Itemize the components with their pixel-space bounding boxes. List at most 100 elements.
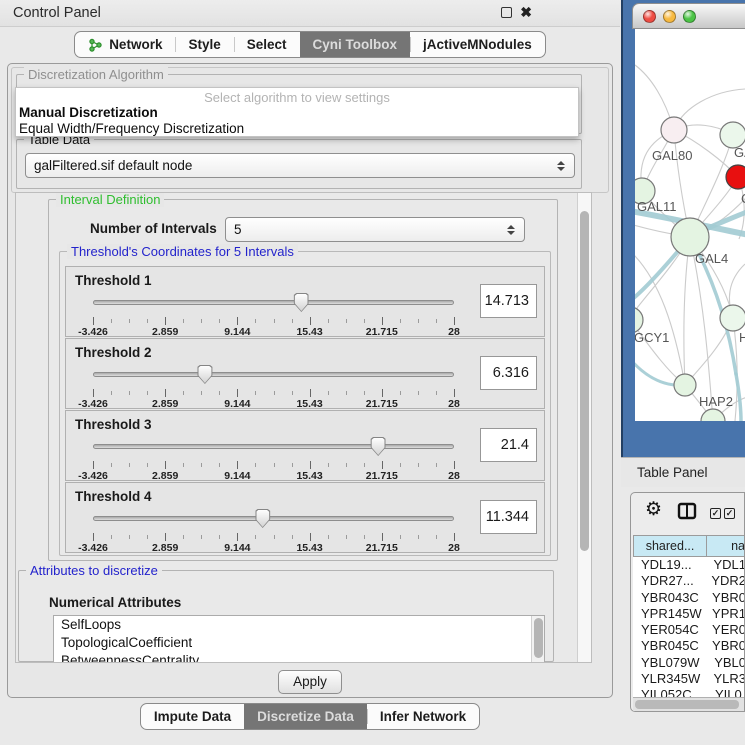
table-row[interactable]: YPR145WYPR1 (633, 606, 745, 622)
tick-label: 15.43 (296, 398, 322, 410)
network-node[interactable] (661, 117, 687, 143)
tab-label: Network (109, 37, 162, 52)
minimize-button[interactable] (663, 10, 676, 23)
tick-label: 2.859 (152, 326, 178, 338)
scrollbar-thumb[interactable] (580, 211, 589, 551)
threshold-slider[interactable]: -3.4262.8599.14415.4321.71528 (93, 509, 454, 553)
network-view-window[interactable]: GAL80GACGAL11GAL4GCY1HHAP2 (621, 0, 745, 457)
horizontal-scrollbar[interactable] (633, 697, 745, 711)
float-window-icon[interactable] (501, 7, 512, 18)
slider-ticks (93, 389, 454, 398)
tab-cyni-toolbox[interactable]: Cyni Toolbox (300, 32, 411, 57)
tab-discretize-data[interactable]: Discretize Data (244, 704, 367, 729)
tick-label: 28 (448, 470, 460, 482)
table-data-combobox[interactable]: galFiltered.sif default node (25, 153, 575, 178)
threshold-slider[interactable]: -3.4262.8599.14415.4321.71528 (93, 365, 454, 409)
node-label: GAL11 (637, 199, 677, 214)
group-title: Threshold's Coordinates for 5 Intervals (67, 244, 298, 259)
slider-handle[interactable] (255, 509, 270, 528)
attribute-item-topologicalcoefficient[interactable]: TopologicalCoefficient (54, 634, 544, 652)
tick-mark (328, 319, 329, 323)
tick-mark (111, 391, 112, 395)
table-row[interactable]: YBR045CYBR0 (633, 638, 745, 654)
checkbox-icon[interactable]: ✓ (710, 508, 721, 519)
slider-handle[interactable] (294, 293, 309, 312)
tab-jactivemnodules[interactable]: jActiveMNodules (410, 32, 545, 57)
cell-name: YBR0 (706, 590, 745, 606)
threshold-value-field[interactable]: 11.344 (480, 500, 537, 534)
popup-option-equal-width-frequency-discretization[interactable]: Equal Width/Frequency Discretization (16, 121, 578, 137)
table-row[interactable]: YDL19...YDL1 (633, 557, 745, 573)
tab-network[interactable]: Network (75, 32, 175, 57)
table-row[interactable]: YDR27...YDR2 (633, 573, 745, 589)
cell-name: YLR3 (707, 671, 745, 687)
tick-mark (310, 389, 311, 397)
numerical-attributes-list[interactable]: SelfLoopsTopologicalCoefficientBetweenne… (53, 615, 545, 663)
tick-mark (274, 319, 275, 323)
network-node[interactable] (720, 305, 745, 331)
attribute-item-betweennesscentrality[interactable]: BetweennessCentrality (54, 652, 544, 663)
node-label: C (741, 191, 745, 206)
cell-name: YDL1 (707, 557, 745, 573)
slider-handle[interactable] (197, 365, 212, 384)
threshold-value-field[interactable]: 6.316 (480, 356, 537, 390)
popup-option-manual-discretization[interactable]: Manual Discretization (16, 105, 578, 121)
table-row[interactable]: YER054CYER0 (633, 622, 745, 638)
network-node[interactable] (674, 374, 696, 396)
threshold-value-field[interactable]: 14.713 (480, 284, 537, 318)
threshold-slider[interactable]: -3.4262.8599.14415.4321.71528 (93, 293, 454, 337)
slider-tick-labels: -3.4262.8599.14415.4321.71528 (93, 326, 454, 338)
close-icon[interactable]: ✖ (520, 6, 532, 19)
vertical-scrollbar[interactable] (577, 193, 591, 662)
network-canvas[interactable]: GAL80GACGAL11GAL4GCY1HHAP2 (635, 29, 745, 421)
tick-mark (292, 463, 293, 467)
column-header-name[interactable]: na (706, 535, 745, 557)
list-scrollbar[interactable] (531, 616, 544, 662)
apply-button[interactable]: Apply (278, 670, 342, 694)
network-graph[interactable]: GAL80GACGAL11GAL4GCY1HHAP2 (635, 29, 745, 421)
network-node[interactable] (726, 165, 745, 189)
tick-mark (328, 535, 329, 539)
scrollbar-thumb[interactable] (534, 618, 543, 658)
columns-icon[interactable] (677, 502, 697, 520)
number-of-intervals-label: Number of Intervals (90, 221, 217, 236)
table-panel-title: Table Panel (621, 457, 745, 487)
tick-label: 9.144 (224, 398, 250, 410)
bottom-tab-bar: Impute DataDiscretize DataInfer Network (0, 703, 620, 730)
slider-handle[interactable] (371, 437, 386, 456)
threshold-slider[interactable]: -3.4262.8599.14415.4321.71528 (93, 437, 454, 481)
threshold-value-field[interactable]: 21.4 (480, 428, 537, 462)
table-row[interactable]: YBR043CYBR0 (633, 590, 745, 606)
tick-mark (418, 391, 419, 395)
cell-name: YER0 (706, 622, 745, 638)
gear-icon[interactable]: ⚙ (645, 500, 662, 520)
column-header-shared-name[interactable]: shared... (633, 535, 706, 557)
tab-impute-data[interactable]: Impute Data (141, 704, 244, 729)
attribute-item-selfloops[interactable]: SelfLoops (54, 616, 544, 634)
slider-tick-labels: -3.4262.8599.14415.4321.71528 (93, 398, 454, 410)
tab-style[interactable]: Style (175, 32, 233, 57)
bottom-tabs: Impute DataDiscretize DataInfer Network (140, 703, 480, 730)
tick-mark (255, 463, 256, 467)
tick-mark (201, 463, 202, 467)
network-window-titlebar[interactable] (632, 3, 745, 29)
number-of-intervals-combobox[interactable]: 5 (225, 217, 525, 242)
zoom-button[interactable] (683, 10, 696, 23)
table-row[interactable]: YBL079WYBL0 (633, 655, 745, 671)
table-row[interactable]: YLR345WYLR3 (633, 671, 745, 687)
slider-track (93, 372, 454, 377)
cell-shared-name: YBR043C (633, 590, 706, 606)
slider-ticks (93, 317, 454, 326)
checkbox-icon[interactable]: ✓ (724, 508, 735, 519)
tick-mark (111, 319, 112, 323)
tick-mark (364, 463, 365, 467)
tab-select[interactable]: Select (234, 32, 300, 57)
tab-infer-network[interactable]: Infer Network (367, 704, 479, 729)
close-button[interactable] (643, 10, 656, 23)
top-tabs: Network StyleSelectCyni ToolboxjActiveMNo… (74, 31, 546, 58)
network-node[interactable] (701, 409, 725, 421)
tick-mark (93, 389, 94, 397)
tick-mark (382, 533, 383, 541)
scrollbar-thumb[interactable] (635, 700, 739, 709)
tick-mark (183, 391, 184, 395)
